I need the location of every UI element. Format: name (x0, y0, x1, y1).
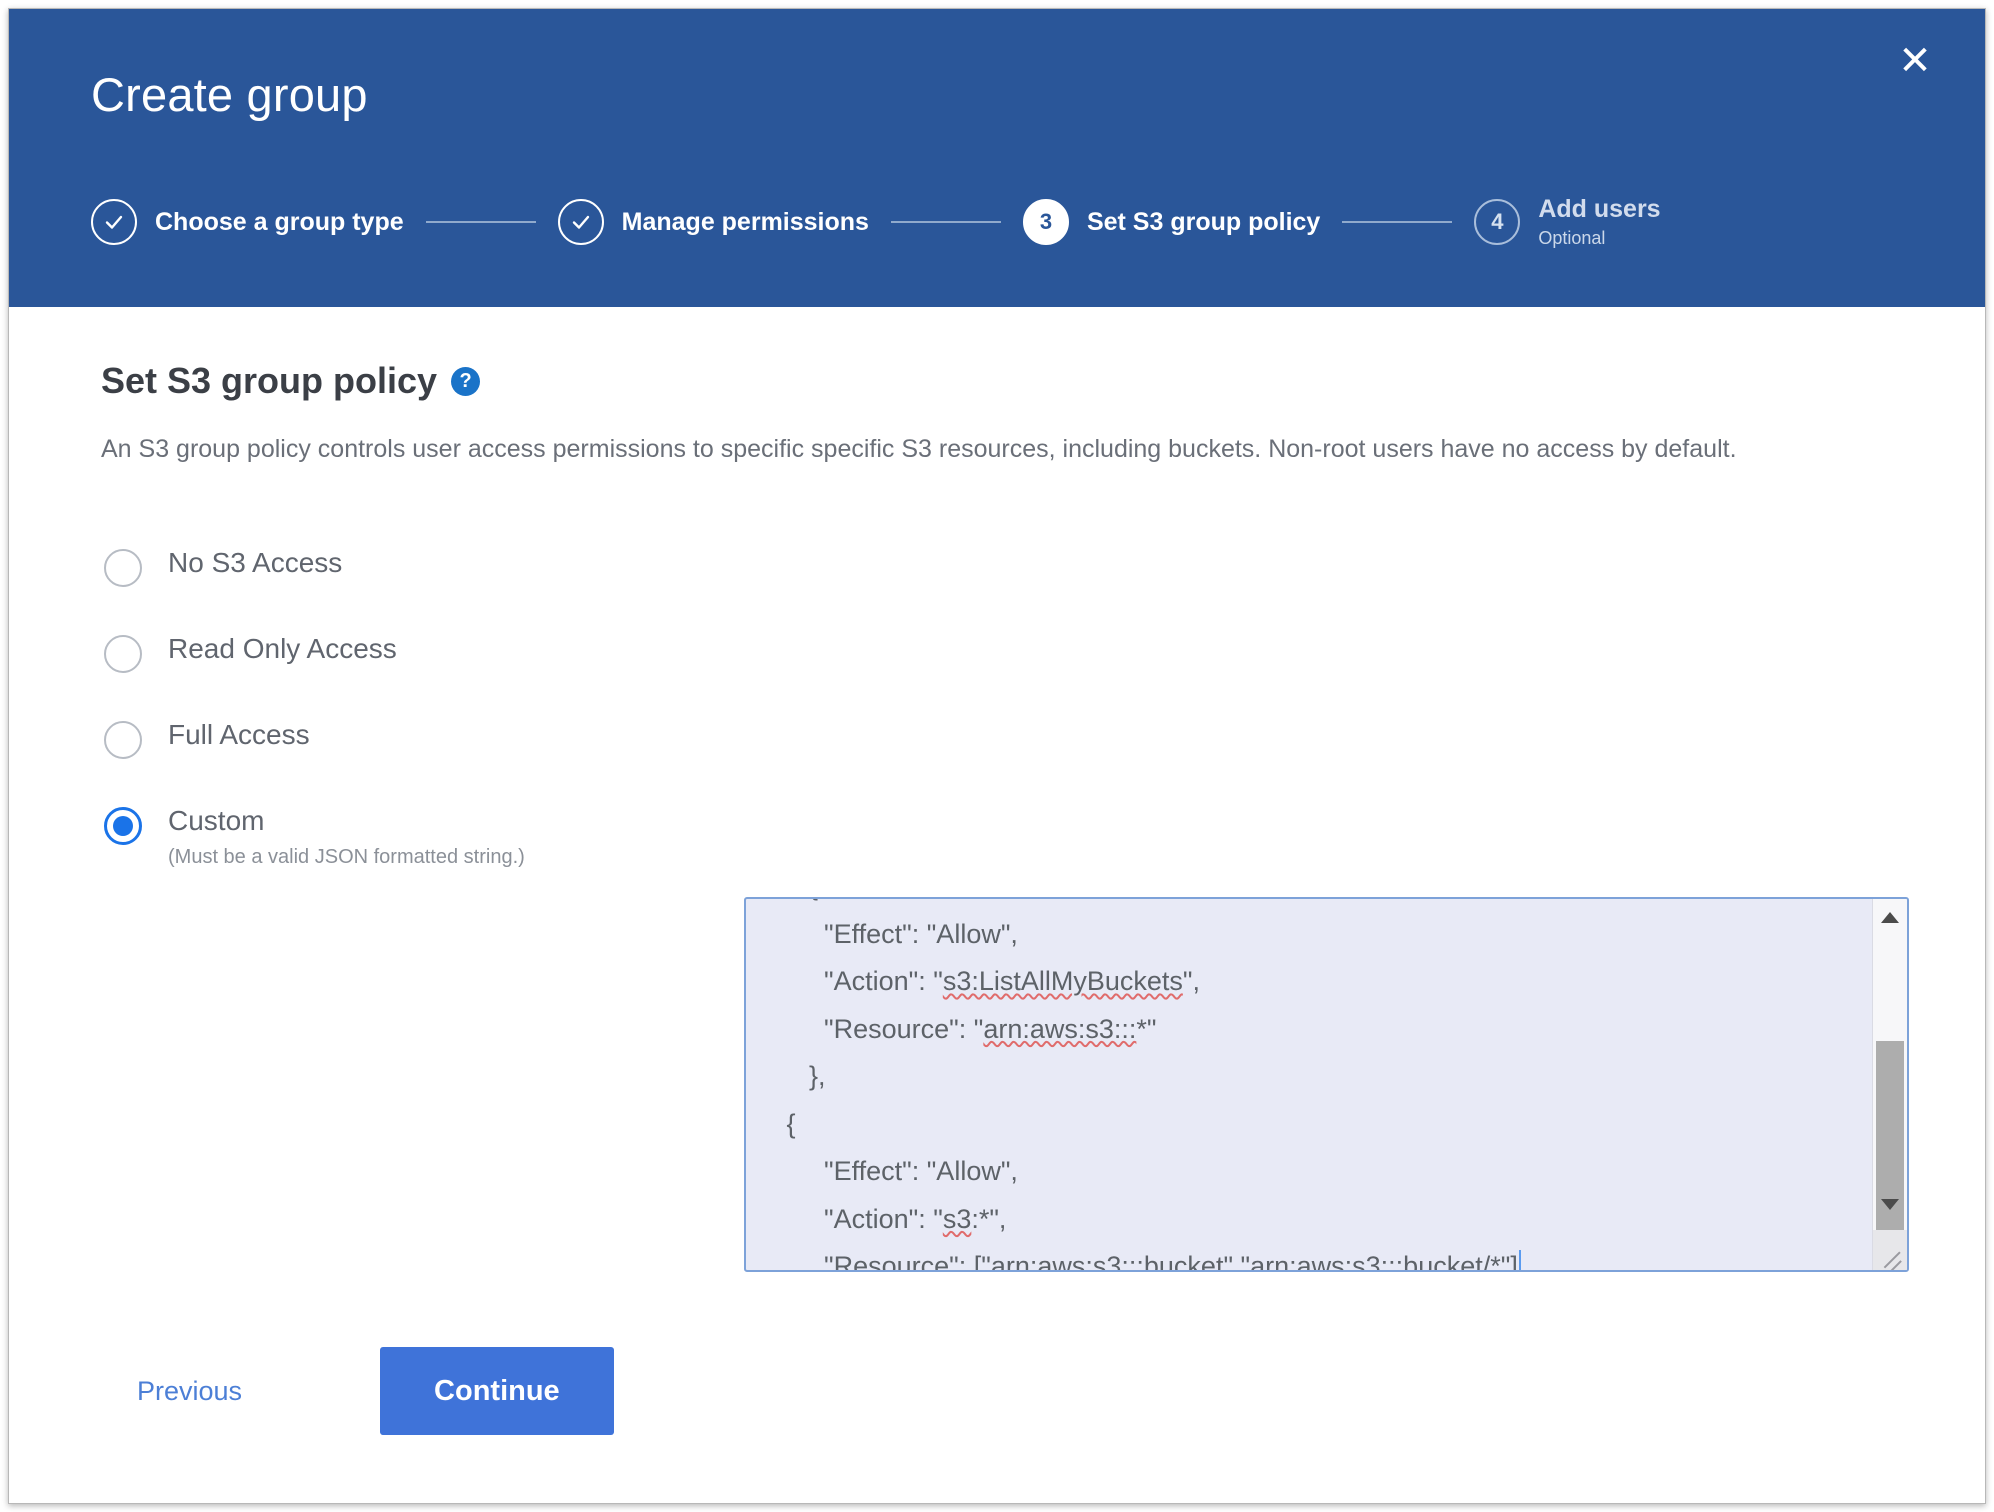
policy-line: "Action": "s3:ListAllMyBuckets", (764, 966, 1200, 996)
step-number-badge: 3 (1022, 198, 1069, 245)
previous-button[interactable]: Previous (119, 1364, 260, 1419)
radio-icon[interactable] (104, 549, 142, 587)
scroll-down-icon[interactable] (1873, 1190, 1907, 1218)
radio-hint: (Must be a valid JSON formatted string.) (168, 846, 525, 869)
radio-option-custom[interactable]: Custom (Must be a valid JSON formatted s… (104, 805, 664, 869)
policy-line: "Effect": "Allow", (764, 918, 1018, 949)
radio-option-read-only-access[interactable]: Read Only Access (104, 633, 664, 673)
text-cursor (1518, 1250, 1521, 1270)
radio-option-no-s3-access[interactable]: No S3 Access (104, 547, 664, 587)
resize-grip-icon[interactable] (1873, 1230, 1907, 1270)
editor-vertical-scrollbar[interactable] (1872, 899, 1907, 1270)
policy-json-editor[interactable]: { "Effect": "Allow", "Action": "s3:ListA… (744, 897, 1909, 1272)
step-label: Manage permissions (621, 207, 869, 236)
step-sublabel: Optional (1538, 227, 1606, 248)
radio-label: Read Only Access (168, 633, 397, 664)
step-connector (425, 220, 536, 223)
policy-line: "Action": "s3:*", (764, 1203, 1007, 1234)
dialog-header: Create group ✕ Choose a group type Manag… (9, 9, 1985, 307)
dialog-footer: Previous Continue (9, 1347, 1985, 1435)
check-icon (557, 198, 604, 245)
radio-icon-selected[interactable] (104, 807, 142, 845)
section-title-row: Set S3 group policy ? (101, 360, 481, 401)
radio-icon[interactable] (104, 721, 142, 759)
radio-label: No S3 Access (168, 547, 343, 578)
step-connector (890, 220, 1001, 223)
step-add-users[interactable]: 4 Add users Optional (1474, 195, 1661, 249)
dialog-body: Set S3 group policy ? An S3 group policy… (9, 307, 1985, 1503)
policy-line: { (764, 1108, 796, 1139)
policy-line: }, (764, 1061, 826, 1091)
policy-line: "Resource": "arn:aws:s3:::*" (764, 1013, 1157, 1044)
help-icon[interactable]: ? (451, 366, 481, 396)
s3-policy-radio-group: No S3 Access Read Only Access Full Acces… (104, 547, 664, 869)
scroll-up-icon[interactable] (1873, 903, 1907, 931)
check-icon (91, 198, 137, 245)
step-set-s3-group-policy[interactable]: 3 Set S3 group policy (1022, 198, 1321, 245)
step-label: Choose a group type (155, 207, 404, 236)
policy-json-text[interactable]: { "Effect": "Allow", "Action": "s3:ListA… (746, 899, 1872, 1270)
step-number-badge: 4 (1474, 198, 1521, 245)
page-title: Set S3 group policy (101, 360, 438, 401)
create-group-dialog: Create group ✕ Choose a group type Manag… (8, 8, 1986, 1504)
policy-line: "Effect": "Allow", (764, 1156, 1018, 1186)
step-manage-permissions[interactable]: Manage permissions (557, 198, 869, 245)
radio-label: Full Access (168, 719, 310, 750)
step-label: Set S3 group policy (1086, 207, 1321, 236)
step-connector (1342, 220, 1453, 223)
radio-icon[interactable] (104, 635, 142, 673)
section-description: An S3 group policy controls user access … (101, 435, 1737, 463)
policy-line: { (764, 899, 818, 901)
policy-line: "Resource": ["arn:aws:s3:::bucket","arn:… (764, 1250, 1521, 1270)
wizard-stepper: Choose a group type Manage permissions 3… (91, 195, 1925, 249)
continue-button[interactable]: Continue (380, 1347, 614, 1435)
close-icon[interactable]: ✕ (1887, 33, 1943, 89)
dialog-title: Create group (91, 68, 368, 121)
radio-option-full-access[interactable]: Full Access (104, 719, 664, 759)
step-label: Add users (1538, 195, 1661, 223)
step-choose-a-group-type[interactable]: Choose a group type (91, 198, 404, 245)
radio-label: Custom (168, 805, 265, 836)
